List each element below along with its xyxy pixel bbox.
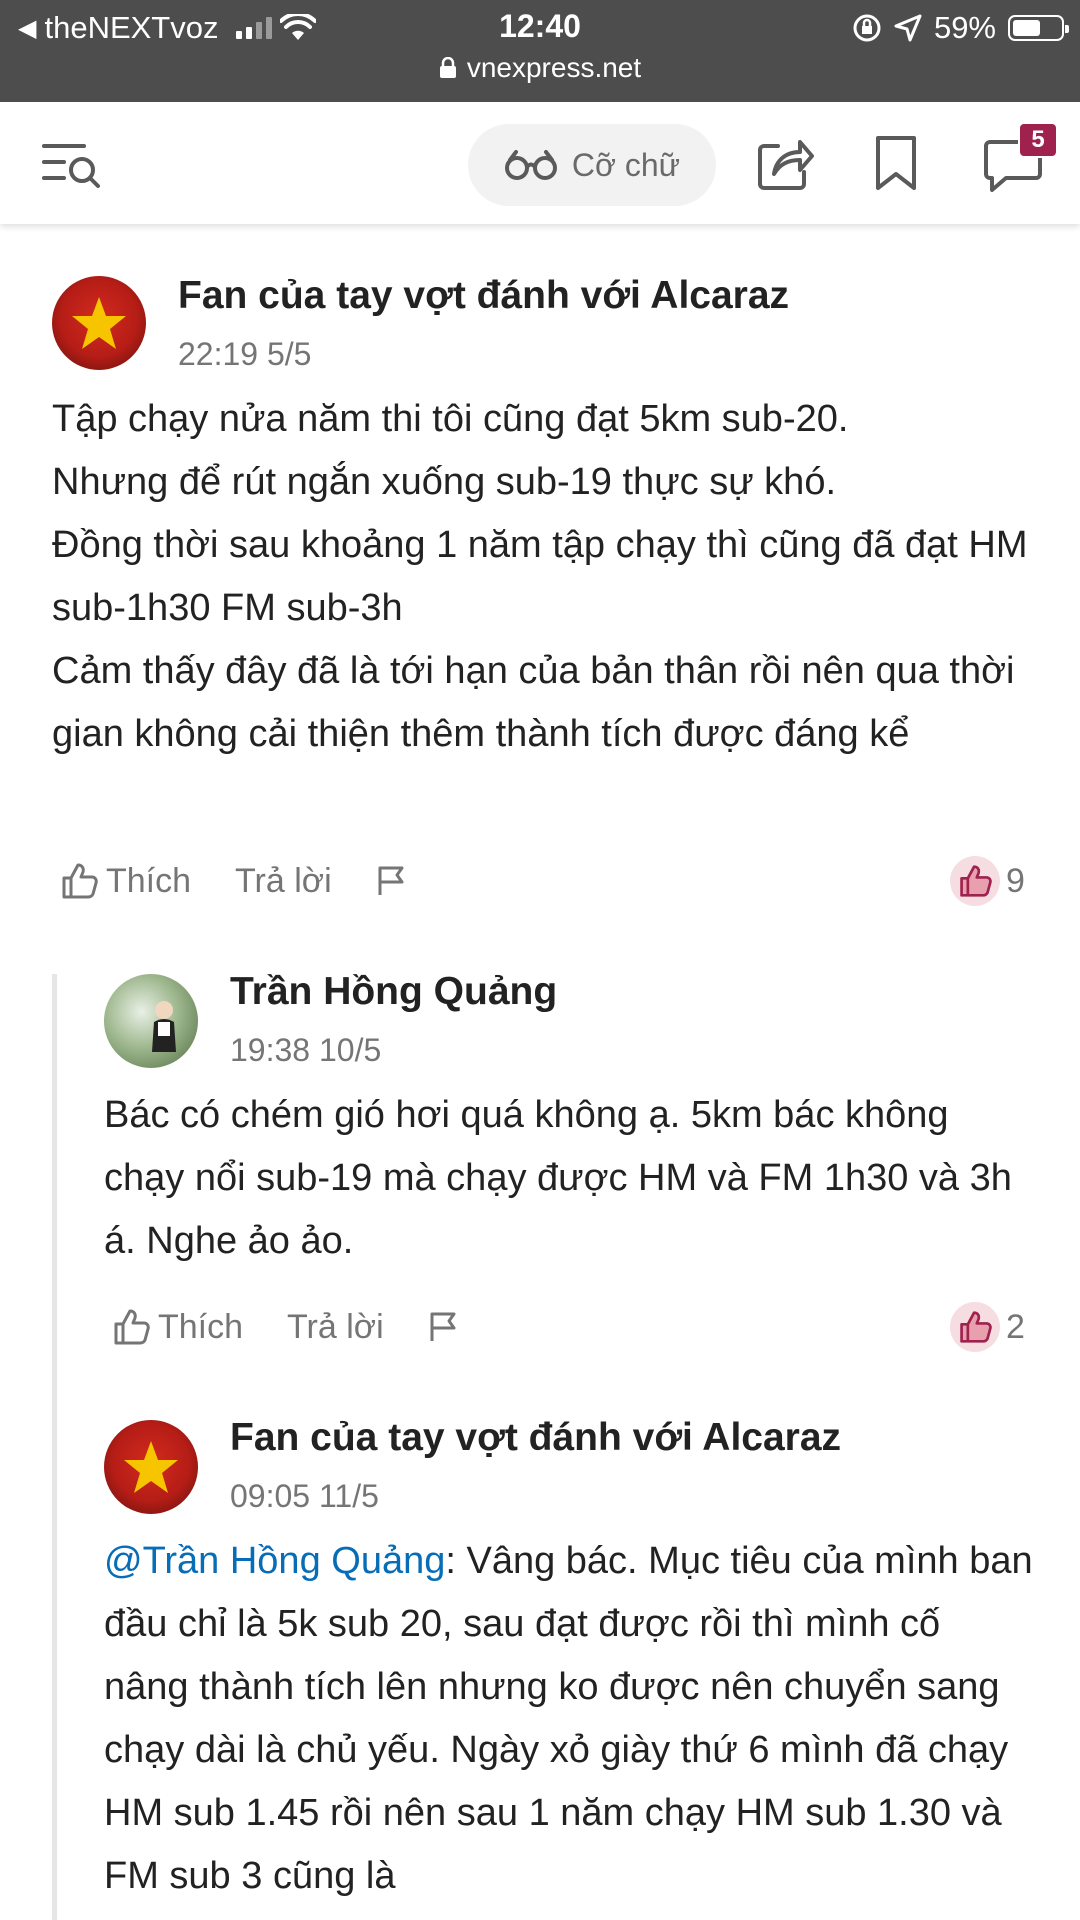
status-right: 59% — [852, 10, 1069, 46]
avatar[interactable] — [104, 1420, 198, 1514]
address-bar[interactable]: vnexpress.net — [0, 52, 1080, 84]
location-icon — [894, 14, 922, 42]
menu-search-icon[interactable] — [40, 140, 104, 190]
comment-count-badge: 5 — [1018, 122, 1058, 158]
star-icon — [72, 297, 126, 349]
share-icon[interactable] — [756, 132, 814, 192]
like-number: 9 — [1006, 861, 1025, 900]
lock-icon — [439, 57, 456, 78]
like-number: 2 — [1006, 1307, 1025, 1346]
url-text: vnexpress.net — [466, 52, 642, 83]
font-size-label: Cỡ chữ — [571, 146, 681, 183]
comment-time: 19:38 10/5 — [230, 1032, 382, 1068]
thumbs-up-icon — [62, 863, 98, 899]
battery-percent: 59% — [933, 10, 996, 45]
user-photo-icon — [152, 1001, 176, 1052]
comment-actions: Thích Trả lời — [60, 856, 406, 906]
comment-time: 09:05 11/5 — [230, 1478, 379, 1514]
comment-author[interactable]: Trần Hồng Quảng — [230, 970, 557, 1014]
like-count: 2 — [950, 1302, 1025, 1352]
status-bar: ◀ theNEXTvoz 12:40 59% vnexpress.net — [0, 0, 1080, 102]
like-button[interactable]: Thích — [60, 862, 191, 901]
avatar[interactable] — [52, 276, 146, 370]
article-toolbar: Cỡ chữ — [0, 102, 1080, 224]
comment-author[interactable]: Fan của tay vợt đánh với Alcaraz — [178, 274, 789, 318]
comment-time: 22:19 5/5 — [178, 336, 312, 372]
comment-body: Tập chạy nửa năm thi tôi cũng đạt 5km su… — [52, 398, 1028, 755]
font-size-button[interactable]: Cỡ chữ — [468, 124, 716, 206]
comment-body: @Trần Hồng Quảng: Vâng bác. Mục tiêu của… — [104, 1530, 1034, 1908]
comment-actions: Thích Trả lời — [112, 1302, 458, 1352]
glasses-icon — [504, 150, 557, 180]
reply-thread-line — [52, 974, 57, 1920]
thumbs-up-icon — [114, 1309, 150, 1345]
reply-button[interactable]: Trả lời — [287, 1308, 384, 1347]
like-label: Thích — [158, 1307, 244, 1346]
comment-body: Bác có chém gió hơi quá không ạ. 5km bác… — [104, 1094, 1012, 1262]
like-count: 9 — [950, 856, 1025, 906]
reply-button[interactable]: Trả lời — [235, 862, 332, 901]
liked-thumb-icon — [950, 1302, 1000, 1352]
liked-thumb-icon — [950, 856, 1000, 906]
like-label: Thích — [106, 861, 192, 900]
user-mention-link[interactable]: @Trần Hồng Quảng — [104, 1540, 445, 1582]
like-button[interactable]: Thích — [112, 1308, 243, 1347]
orientation-lock-icon — [853, 14, 881, 42]
star-icon — [124, 1441, 178, 1493]
report-flag-icon[interactable] — [428, 1311, 458, 1343]
battery-icon — [1008, 15, 1069, 41]
report-flag-icon[interactable] — [376, 865, 406, 897]
bookmark-icon[interactable] — [874, 134, 918, 192]
comment-text: : Vâng bác. Mục tiêu của mình ban đầu ch… — [104, 1540, 1033, 1897]
avatar[interactable] — [104, 974, 198, 1068]
comment-author[interactable]: Fan của tay vợt đánh với Alcaraz — [230, 1416, 841, 1460]
